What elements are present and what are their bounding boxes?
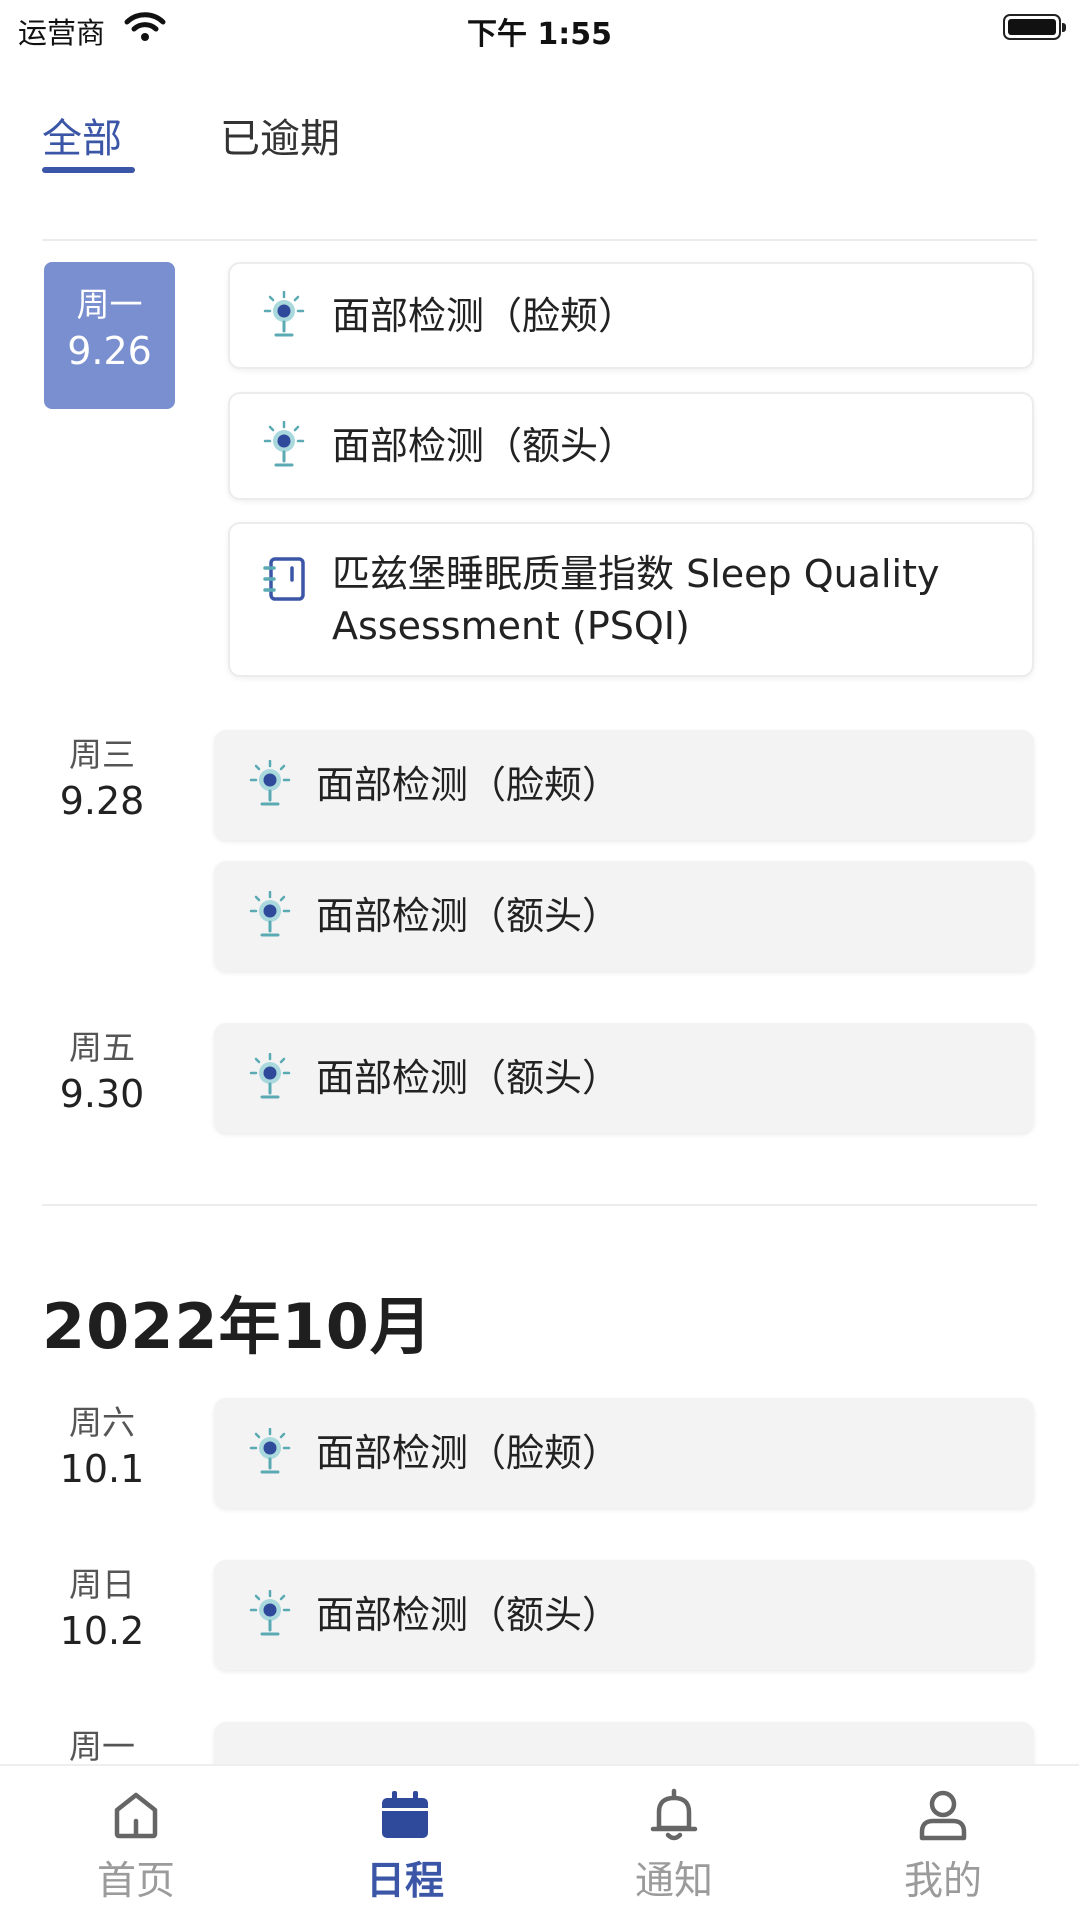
camera-icon [249,1428,291,1474]
bottom-nav: 首页 日程 通知 我的 [0,1764,1079,1919]
day-label[interactable]: 周三 9.28 [42,734,162,826]
day-label-selected[interactable]: 周一 9.26 [44,262,175,409]
divider [42,239,1037,241]
day-label[interactable]: 周日 10.2 [42,1564,162,1656]
nav-notifications[interactable]: 通知 [594,1788,754,1906]
task-label: 面部检测（额头） [316,894,621,938]
day-weekday: 周六 [69,1403,135,1442]
task-label: 面部检测（脸颊） [316,763,621,807]
task-label: 面部检测（额头） [332,424,637,468]
nav-home[interactable]: 首页 [56,1788,216,1906]
day-weekday: 周五 [69,1028,135,1067]
nav-label: 首页 [96,1859,175,1904]
user-icon [919,1790,967,1841]
task-card[interactable]: 面部检测（额头） [214,861,1034,971]
nav-schedule[interactable]: 日程 [325,1788,485,1906]
nav-profile[interactable]: 我的 [863,1788,1023,1906]
camera-icon [249,760,291,806]
camera-icon [249,891,291,937]
day-date: 9.28 [59,779,145,823]
tab-all[interactable]: 全部 [42,106,122,164]
day-date: 10.1 [59,1447,145,1491]
day-date: 9.30 [59,1072,145,1116]
calendar-icon [382,1791,428,1838]
day-weekday: 周一 [69,1727,135,1766]
task-label: 面部检测（脸颊） [332,293,637,338]
task-card[interactable]: 面部检测（脸颊） [214,730,1034,840]
home-icon [114,1792,158,1839]
day-weekday: 周一 [76,285,143,324]
notebook-icon [263,557,305,601]
task-label: 匹兹堡睡眠质量指数 Sleep Quality Assessment (PSQI… [332,551,940,648]
clock: 下午 1:55 [466,17,613,52]
day-label[interactable]: 周五 9.30 [42,1027,162,1119]
task-card[interactable]: 面部检测（额头） [214,1023,1034,1133]
task-label: 面部检测（额头） [316,1056,621,1100]
camera-icon [249,1590,291,1636]
tab-overdue[interactable]: 已逾期 [220,106,340,164]
task-label: 面部检测（额头） [316,1593,621,1637]
day-date: 10.2 [59,1609,145,1653]
day-label[interactable]: 周六 10.1 [42,1402,162,1494]
task-card[interactable]: 面部检测（脸颊） [214,1398,1034,1508]
month-title: 2022年10月 [42,1290,433,1363]
camera-icon [263,290,305,336]
task-card[interactable]: 面部检测（额头） [228,392,1034,500]
divider [42,1204,1037,1206]
nav-label: 日程 [365,1859,444,1904]
task-card[interactable]: 面部检测（脸颊） [228,262,1034,369]
task-card[interactable]: 匹兹堡睡眠质量指数 Sleep Quality Assessment (PSQI… [228,522,1034,677]
task-card[interactable]: 面部检测（额头） [214,1560,1034,1670]
camera-icon [263,421,305,467]
day-weekday: 周日 [69,1565,135,1604]
camera-icon [249,1053,291,1099]
status-bar: 运营商 下午 1:55 [0,0,1079,54]
battery-icon [1003,14,1066,40]
task-label: 面部检测（脸颊） [316,1431,621,1475]
day-weekday: 周三 [69,735,135,774]
nav-label: 通知 [634,1859,713,1904]
day-label[interactable]: 周一 [42,1726,162,1768]
nav-label: 我的 [903,1859,982,1904]
day-date: 9.26 [67,329,152,373]
bell-icon [650,1788,698,1841]
active-tab-indicator [42,167,135,173]
